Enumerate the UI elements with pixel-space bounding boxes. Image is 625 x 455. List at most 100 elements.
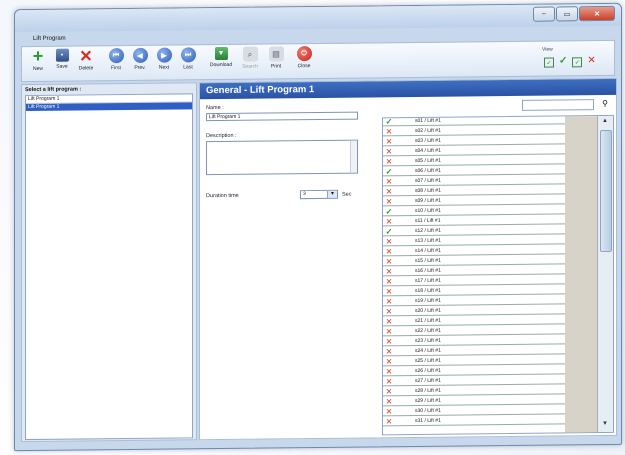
table-row[interactable]: ✓ s01 / Lift #1 <box>383 116 565 127</box>
table-row[interactable]: ✕ s04 / Lift #1 <box>383 146 565 157</box>
cross-icon[interactable]: ✕ <box>385 307 393 316</box>
cross-icon[interactable]: ✕ <box>385 217 393 226</box>
lift-label: s21 / Lift #1 <box>415 317 441 324</box>
close-window-button[interactable]: ✕ <box>579 5 615 22</box>
download-button[interactable]: ▼ Download <box>206 46 236 68</box>
cross-icon[interactable]: ✕ <box>385 337 393 346</box>
selector-title: Select a lift program : <box>25 86 82 94</box>
cross-icon[interactable]: ✕ <box>385 237 393 246</box>
lift-search-input[interactable] <box>522 99 594 111</box>
maximize-button[interactable]: ▭ <box>556 6 578 22</box>
check-icon[interactable]: ✓ <box>385 167 393 176</box>
table-row[interactable]: ✕ s18 / Lift #1 <box>383 286 565 297</box>
check-icon[interactable]: ✓ <box>385 227 393 236</box>
close-label: Close <box>297 63 311 70</box>
cross-icon[interactable]: ✕ <box>385 197 393 206</box>
cross-icon[interactable]: ✕ <box>385 367 393 376</box>
table-row[interactable]: ✕ s20 / Lift #1 <box>383 306 565 317</box>
cross-icon[interactable]: ✕ <box>385 397 393 406</box>
cross-icon[interactable]: ✕ <box>385 287 393 296</box>
cross-icon[interactable]: ✕ <box>385 267 393 276</box>
name-input[interactable]: Lift Program 1 <box>206 111 358 122</box>
table-row[interactable]: ✕ s16 / Lift #1 <box>383 266 565 277</box>
view-box-icon[interactable]: ✓ <box>572 57 583 68</box>
check-icon[interactable]: ✓ <box>385 117 393 126</box>
cross-icon[interactable]: ✕ <box>385 127 393 136</box>
scroll-thumb[interactable] <box>600 129 612 253</box>
table-row[interactable]: ✕ s11 / Lift #1 <box>383 216 565 227</box>
table-row[interactable]: ✕ s02 / Lift #1 <box>383 126 565 137</box>
table-row[interactable]: ✓ s06 / Lift #1 <box>383 166 565 177</box>
first-button[interactable]: ⏮ First <box>104 48 128 71</box>
cross-icon[interactable]: ✕ <box>385 417 393 426</box>
table-row[interactable]: ✕ s31 / Lift #1 <box>383 416 565 427</box>
close-button[interactable]: ⏻ Close <box>292 46 316 69</box>
scroll-up-icon[interactable]: ▲ <box>600 118 610 127</box>
minimize-button[interactable]: – <box>533 6 555 22</box>
cross-icon[interactable]: ✕ <box>385 317 393 326</box>
delete-button[interactable]: ✕ Delete <box>74 48 98 72</box>
cross-icon[interactable]: ✕ <box>385 157 393 166</box>
cross-icon[interactable]: ✕ <box>385 297 393 306</box>
table-row[interactable]: ✕ s17 / Lift #1 <box>383 276 565 287</box>
table-row[interactable]: ✕ s13 / Lift #1 <box>383 236 565 247</box>
table-row[interactable]: ✕ s29 / Lift #1 <box>383 396 565 407</box>
table-row[interactable]: ✕ s22 / Lift #1 <box>383 326 565 337</box>
table-row[interactable]: ✕ s26 / Lift #1 <box>383 366 565 377</box>
table-row[interactable]: ✕ s30 / Lift #1 <box>383 406 565 417</box>
cross-icon[interactable]: ✕ <box>385 377 393 386</box>
table-row[interactable]: ✓ s10 / Lift #1 <box>383 206 565 217</box>
first-label: First <box>111 65 121 72</box>
cross-icon[interactable]: ✕ <box>385 247 393 256</box>
lift-grid-scrollbar[interactable]: ▲ ▼ <box>597 115 613 433</box>
cross-icon[interactable]: ✕ <box>385 327 393 336</box>
list-item[interactable]: Lift Program 1 <box>26 102 192 112</box>
view-cross-icon[interactable]: ✕ <box>587 55 595 67</box>
cross-icon[interactable]: ✕ <box>385 347 393 356</box>
table-row[interactable]: ✕ s07 / Lift #1 <box>383 176 565 187</box>
cross-icon[interactable]: ✕ <box>385 147 393 156</box>
chevron-down-icon[interactable]: ▼ <box>327 190 337 198</box>
table-row[interactable]: ✕ s08 / Lift #1 <box>383 186 565 197</box>
check-icon[interactable]: ✓ <box>385 207 393 216</box>
table-row[interactable]: ✕ s23 / Lift #1 <box>383 336 565 347</box>
print-button[interactable]: ▤ Print <box>264 46 288 69</box>
table-row[interactable]: ✕ s27 / Lift #1 <box>383 376 565 387</box>
table-row[interactable]: ✕ s14 / Lift #1 <box>383 246 565 257</box>
view-check-icon[interactable]: ✓ <box>559 55 567 67</box>
table-row[interactable]: ✕ s21 / Lift #1 <box>383 316 565 327</box>
description-textarea[interactable] <box>206 139 358 176</box>
cross-icon[interactable]: ✕ <box>385 257 393 266</box>
cross-icon[interactable]: ✕ <box>385 137 393 146</box>
save-button[interactable]: ▪ Save <box>50 48 74 70</box>
table-row[interactable]: ✕ s03 / Lift #1 <box>383 136 565 147</box>
table-row[interactable]: ✕ s15 / Lift #1 <box>383 256 565 267</box>
duration-value: 3 <box>303 191 306 198</box>
duration-select[interactable]: 3 ▼ <box>300 189 338 200</box>
table-row[interactable]: ✕ s09 / Lift #1 <box>383 196 565 207</box>
cross-icon[interactable]: ✕ <box>385 177 393 186</box>
prev-button[interactable]: ◀ Prev. <box>128 47 152 71</box>
cross-icon[interactable]: ✕ <box>385 277 393 286</box>
cross-icon[interactable]: ✕ <box>385 187 393 196</box>
table-row[interactable]: ✕ s24 / Lift #1 <box>383 346 565 357</box>
table-row[interactable]: ✕ s19 / Lift #1 <box>383 296 565 307</box>
new-button[interactable]: + New <box>26 46 50 72</box>
last-button[interactable]: ⏭ Last <box>176 47 200 70</box>
table-row[interactable]: ✕ s28 / Lift #1 <box>383 386 565 397</box>
table-row[interactable]: ✕ s05 / Lift #1 <box>383 156 565 167</box>
lift-program-list[interactable]: Lift Program 1 Lift Program 1 <box>25 93 193 441</box>
cross-icon[interactable]: ✕ <box>385 407 393 416</box>
view-icons: ✓ ✓ ✓ ✕ <box>544 55 596 68</box>
scroll-down-icon[interactable]: ▼ <box>600 421 610 430</box>
binoculars-icon[interactable]: ⚲ <box>602 99 608 108</box>
cross-icon[interactable]: ✕ <box>385 357 393 366</box>
view-checked-box-icon[interactable]: ✓ <box>544 57 554 68</box>
description-scrollbar[interactable] <box>350 140 357 173</box>
prev-icon: ◀ <box>132 47 148 63</box>
search-button[interactable]: ⌕ Search <box>236 46 264 70</box>
table-row[interactable]: ✕ s25 / Lift #1 <box>383 356 565 367</box>
table-row[interactable]: ✓ s12 / Lift #1 <box>383 226 565 237</box>
next-button[interactable]: ▶ Next <box>152 47 176 71</box>
cross-icon[interactable]: ✕ <box>385 387 393 396</box>
